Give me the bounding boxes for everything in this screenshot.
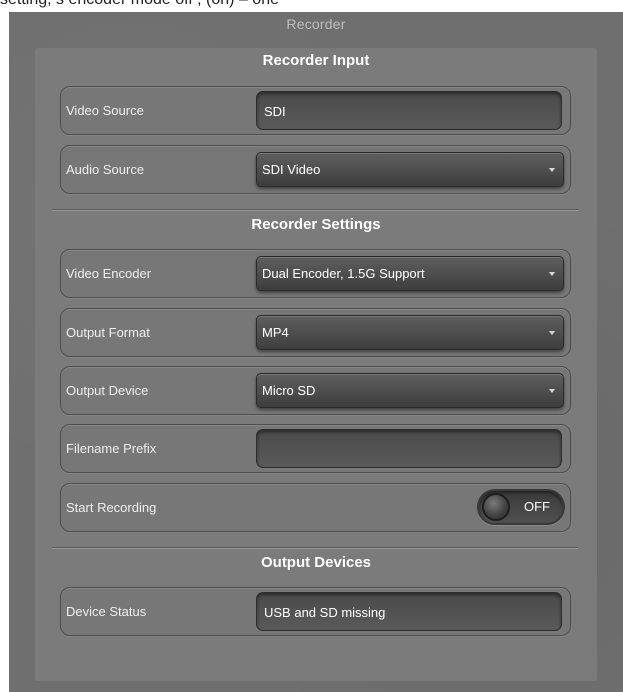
section-title-output-devices: Output Devices xyxy=(260,554,372,571)
toggle-state-text: OFF xyxy=(524,499,550,514)
panel-title: Recorder xyxy=(286,16,346,32)
video-encoder-label: Video Encoder xyxy=(66,266,152,281)
output-format-value: MP4 xyxy=(262,325,289,340)
row-output-device: Output Device Micro SD xyxy=(60,366,571,415)
output-device-value: Micro SD xyxy=(262,383,316,398)
video-encoder-select[interactable]: Dual Encoder, 1.5G Support xyxy=(256,256,564,291)
filename-prefix-input[interactable] xyxy=(256,429,562,468)
output-format-label: Output Format xyxy=(66,325,150,340)
output-device-label: Output Device xyxy=(66,383,149,398)
row-audio-source: Audio Source SDI Video xyxy=(60,145,571,194)
video-encoder-value: Dual Encoder, 1.5G Support xyxy=(262,266,425,281)
chevron-down-icon xyxy=(549,272,555,276)
recorder-panel: Recorder Recorder Input Video Source SDI… xyxy=(9,12,623,692)
chevron-down-icon xyxy=(549,331,555,335)
video-source-label: Video Source xyxy=(66,103,144,118)
section-title-recorder-settings: Recorder Settings xyxy=(251,216,381,233)
toggle-knob-icon xyxy=(482,493,510,521)
chevron-down-icon xyxy=(549,168,555,172)
audio-source-select[interactable]: SDI Video xyxy=(256,152,564,187)
output-format-select[interactable]: MP4 xyxy=(256,315,564,350)
audio-source-value: SDI Video xyxy=(262,162,321,177)
audio-source-label: Audio Source xyxy=(66,162,145,177)
filename-prefix-label: Filename Prefix xyxy=(66,441,157,456)
start-recording-label: Start Recording xyxy=(66,500,157,515)
top-clipped-text: setting, s encoder mode off , (on) – one xyxy=(0,0,623,12)
row-filename-prefix: Filename Prefix xyxy=(60,424,571,473)
divider-input xyxy=(52,209,578,211)
device-status-label: Device Status xyxy=(66,604,147,619)
row-device-status: Device Status USB and SD missing xyxy=(60,587,571,636)
section-title-recorder-input: Recorder Input xyxy=(262,52,370,69)
video-source-field[interactable]: SDI xyxy=(256,91,562,130)
row-video-source: Video Source SDI xyxy=(60,86,571,135)
row-video-encoder: Video Encoder Dual Encoder, 1.5G Support xyxy=(60,249,571,298)
row-start-recording: Start Recording OFF xyxy=(60,483,571,532)
device-status-field: USB and SD missing xyxy=(256,592,562,631)
output-device-select[interactable]: Micro SD xyxy=(256,373,564,408)
chevron-down-icon xyxy=(549,389,555,393)
top-clipped-caption: setting, s encoder mode off , (on) – one xyxy=(0,0,279,9)
divider-settings xyxy=(52,547,578,549)
row-output-format: Output Format MP4 xyxy=(60,308,571,357)
start-recording-toggle[interactable]: OFF xyxy=(477,489,565,525)
